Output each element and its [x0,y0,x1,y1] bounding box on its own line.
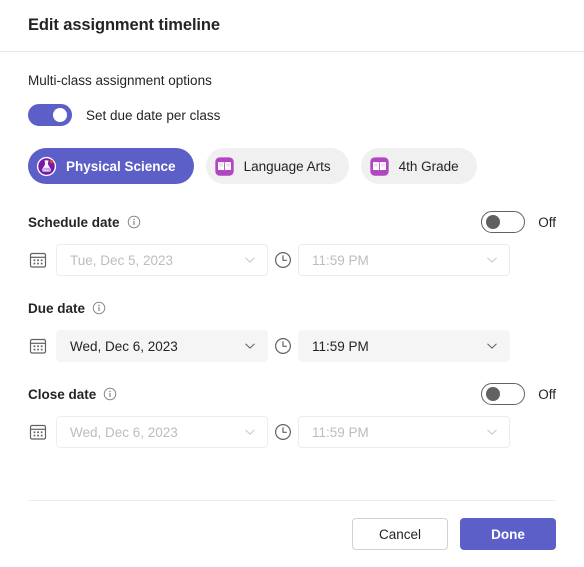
info-icon[interactable] [127,215,141,229]
clock-icon [274,423,292,441]
schedule-date-group: Schedule date Off Tue, Dec 5, 2023 11:59… [28,211,556,276]
calendar-icon [29,424,47,440]
due-date-calendar-wrap [28,336,56,356]
class-chip-physical-science[interactable]: Physical Science [28,148,194,184]
due-date-picker[interactable]: Wed, Dec 6, 2023 [56,330,268,362]
page-title: Edit assignment timeline [28,16,220,34]
multi-class-section-label: Multi-class assignment options [28,73,212,88]
close-date-calendar-wrap [28,422,56,442]
schedule-date-toggle-wrap: Off [481,211,556,233]
class-chip-label: Physical Science [66,158,176,174]
chevron-down-icon [487,343,497,349]
schedule-date-value: Tue, Dec 5, 2023 [70,252,174,268]
set-due-date-per-class-label: Set due date per class [86,107,221,123]
schedule-date-title: Schedule date [28,214,120,230]
toggle-thumb [53,108,67,122]
class-chip-language-arts[interactable]: Language Arts [205,148,349,184]
flask-icon [36,156,57,176]
schedule-date-fields: Tue, Dec 5, 2023 11:59 PM [28,244,556,276]
close-date-picker[interactable]: Wed, Dec 6, 2023 [56,416,268,448]
toggle-thumb [486,387,501,401]
schedule-date-picker[interactable]: Tue, Dec 5, 2023 [56,244,268,276]
set-due-date-per-class-row[interactable]: Set due date per class [28,104,556,126]
due-time-value: 11:59 PM [312,338,369,354]
schedule-date-calendar-wrap [28,250,56,270]
book-icon [214,156,234,176]
dialog-body: Multi-class assignment options Set due d… [0,52,584,501]
info-icon[interactable] [92,301,106,315]
due-date-value: Wed, Dec 6, 2023 [70,338,178,354]
footer-divider [28,500,556,501]
clock-icon [274,251,292,269]
close-date-group: Close date Off Wed, Dec 6, 2023 11:59 PM [28,383,556,448]
info-icon[interactable] [103,387,117,401]
chevron-down-icon [245,257,255,263]
chevron-down-icon [245,343,255,349]
class-chip-list: Physical Science Language Arts 4th Grade [28,148,556,184]
close-date-title: Close date [28,386,97,402]
done-button[interactable]: Done [460,518,556,550]
calendar-icon [29,252,47,268]
due-time-clock-wrap [268,336,298,356]
due-date-title: Due date [28,300,86,316]
schedule-date-toggle-state: Off [538,214,556,230]
due-date-fields: Wed, Dec 6, 2023 11:59 PM [28,330,556,362]
chevron-down-icon [487,429,497,435]
close-date-toggle[interactable] [481,383,526,405]
calendar-icon [29,338,47,354]
chevron-down-icon [245,429,255,435]
cancel-button[interactable]: Cancel [352,518,448,550]
due-date-header: Due date [28,298,556,318]
close-date-toggle-state: Off [538,386,556,402]
close-time-value: 11:59 PM [312,424,369,440]
schedule-time-clock-wrap [268,250,298,270]
due-time-picker[interactable]: 11:59 PM [298,330,510,362]
schedule-time-value: 11:59 PM [312,252,369,268]
book-icon [369,156,389,176]
close-date-header: Close date Off [28,383,556,405]
schedule-date-toggle[interactable] [481,211,526,233]
close-date-toggle-wrap: Off [481,383,556,405]
close-time-clock-wrap [268,422,298,442]
class-chip-label: 4th Grade [398,158,459,174]
dialog-header: Edit assignment timeline [0,0,584,52]
due-date-group: Due date Wed, Dec 6, 2023 11:59 PM [28,298,556,362]
chevron-down-icon [487,257,497,263]
clock-icon [274,337,292,355]
dialog-footer: Cancel Done [0,501,584,567]
close-date-value: Wed, Dec 6, 2023 [70,424,178,440]
close-time-picker[interactable]: 11:59 PM [298,416,510,448]
edit-assignment-timeline-dialog: Edit assignment timeline Multi-class ass… [0,0,584,567]
class-chip-label: Language Arts [243,158,331,174]
toggle-thumb [486,215,501,229]
schedule-date-header: Schedule date Off [28,211,556,233]
schedule-time-picker[interactable]: 11:59 PM [298,244,510,276]
close-date-fields: Wed, Dec 6, 2023 11:59 PM [28,416,556,448]
set-due-date-per-class-toggle[interactable] [28,104,72,126]
class-chip-4th-grade[interactable]: 4th Grade [360,148,477,184]
